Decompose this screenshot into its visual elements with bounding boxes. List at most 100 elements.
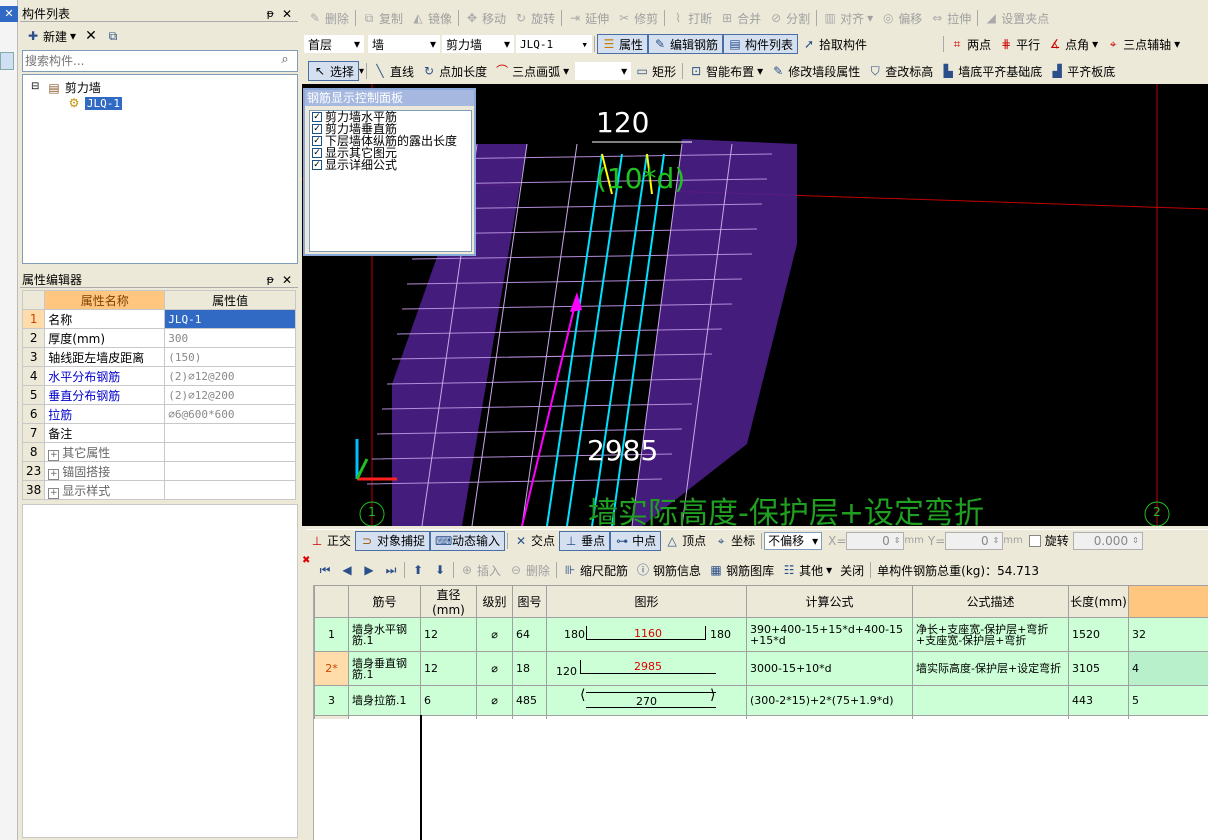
figure-number-cell[interactable]: 18 — [512, 651, 547, 686]
figure-number-cell[interactable]: 485 — [512, 685, 547, 716]
count-cell[interactable]: 5 — [1128, 685, 1208, 716]
length-cell[interactable]: 1520 — [1068, 617, 1129, 652]
figure-number-cell[interactable]: 64 — [512, 617, 547, 652]
line-button[interactable]: ╲ 直线 — [369, 61, 418, 81]
split-button[interactable]: ⊘ 分割 — [765, 8, 814, 28]
rotate-button[interactable]: ↻ 旋转 — [510, 8, 559, 28]
col-header[interactable]: 计算公式 — [746, 585, 913, 618]
move-button[interactable]: ✥ 移动 — [461, 8, 510, 28]
property-group-row[interactable]: 8 + 其它属性 — [21, 442, 296, 462]
rebar-name-cell[interactable]: 墙身水平钢筋.1 — [348, 617, 421, 652]
col-header[interactable]: 图形 — [546, 585, 747, 618]
move-up-button[interactable]: ⬆ — [407, 560, 429, 580]
prop-value[interactable] — [164, 423, 296, 443]
description-cell[interactable] — [912, 685, 1069, 716]
col-header[interactable]: 公式描述 — [912, 585, 1069, 618]
grade-cell[interactable]: ⌀ — [476, 685, 513, 716]
ortho-button[interactable]: ⊥ 正交 — [306, 531, 355, 551]
tree-child-item[interactable]: ⚙ JLQ-1 — [67, 96, 122, 110]
diameter-cell[interactable]: 12 — [420, 651, 477, 686]
count-cell[interactable]: 32 — [1128, 617, 1208, 652]
prop-value[interactable]: ⌀6@600*600 — [164, 404, 296, 424]
properties-button[interactable]: ☰ 属性 — [597, 34, 649, 54]
align-slab-button[interactable]: ▟ 平齐板底 — [1046, 61, 1119, 81]
formula-cell[interactable]: (300-2*15)+2*(75+1.9*d) — [746, 685, 913, 716]
rotate-checkbox[interactable] — [1028, 534, 1041, 547]
offset-button[interactable]: ◎ 偏移 — [877, 8, 926, 28]
prop-value[interactable]: (2)⌀12@200 — [164, 385, 296, 405]
delete-button[interactable]: ✎ 删除 — [304, 8, 353, 28]
prop-value[interactable]: (150) — [164, 347, 296, 367]
shape-cell[interactable]: 120 2985 — [546, 651, 747, 686]
chevron-down-icon[interactable]: ▾ — [359, 66, 364, 77]
set-grip-button[interactable]: ◢ 设置夹点 — [980, 8, 1053, 28]
smart-layout-button[interactable]: ⊡ 智能布置 ▾ — [685, 61, 767, 81]
close-icon[interactable]: ✖ — [302, 556, 312, 566]
grade-cell[interactable]: ⌀ — [476, 617, 513, 652]
floor-select[interactable]: 首层 ▾ — [304, 35, 364, 53]
table-row[interactable]: 2* 墙身垂直钢筋.1 12 ⌀ 18 120 2985 3000-15+10*… — [314, 651, 1208, 686]
property-group-row[interactable]: 23 + 锚固搭接 — [21, 461, 296, 481]
property-row[interactable]: 3 轴线距左墙皮距离 (150) — [21, 347, 296, 367]
dock-tab[interactable] — [0, 52, 14, 70]
property-group-row[interactable]: 38 + 显示样式 — [21, 480, 296, 500]
prop-value[interactable]: 300 — [164, 328, 296, 348]
close-icon[interactable]: ✕ — [282, 272, 292, 288]
type-select[interactable]: 剪力墙 ▾ — [442, 35, 514, 53]
tree-root-item[interactable]: ▤ 剪力墙 — [47, 79, 101, 96]
rebar-name-cell[interactable]: 墙身拉筋.1 — [348, 685, 421, 716]
length-cell[interactable]: 3105 — [1068, 651, 1129, 686]
insert-button[interactable]: ⊕ 插入 — [456, 560, 505, 580]
point-length-button[interactable]: ↻ 点加长度 — [418, 61, 491, 81]
move-down-button[interactable]: ⬇ — [429, 560, 451, 580]
rotate-input[interactable]: 0.000 ⇕ — [1072, 531, 1143, 550]
col-header[interactable]: 筋号 — [348, 585, 421, 618]
description-cell[interactable]: 墙实际高度-保护层+设定弯折 — [912, 651, 1069, 686]
scale-rebar-button[interactable]: ⊪ 缩尺配筋 — [559, 560, 632, 580]
close-icon[interactable]: ✕ — [0, 6, 18, 22]
copy-button[interactable]: ⧉ 复制 — [358, 8, 407, 28]
intersect-button[interactable]: ✕ 交点 — [510, 531, 559, 551]
first-record-button[interactable]: ⏮ — [314, 560, 336, 580]
property-row[interactable]: 7 备注 — [21, 423, 296, 443]
two-point-button[interactable]: ⌗ 两点 — [946, 34, 995, 54]
other-button[interactable]: ☷ 其他 ▾ — [778, 560, 836, 580]
new-button[interactable]: ✚ 新建 ▾ — [22, 26, 80, 46]
extend-button[interactable]: ⇥ 延伸 — [564, 8, 613, 28]
shape-cell[interactable]: 180 1160 180 — [546, 617, 747, 652]
member-select[interactable]: JLQ-1 ▾ — [516, 35, 592, 53]
count-cell[interactable]: 4 — [1128, 651, 1208, 686]
merge-button[interactable]: ⊞ 合并 — [716, 8, 765, 28]
rebar-info-button[interactable]: ⓘ 钢筋信息 — [632, 560, 705, 580]
description-cell[interactable]: 净长+支座宽-保护层+弯折+支座宽-保护层+弯折 — [912, 617, 1069, 652]
trim-button[interactable]: ✂ 修剪 — [613, 8, 662, 28]
property-row[interactable]: 6 拉筋 ⌀6@600*600 — [21, 404, 296, 424]
check-elev-button[interactable]: ⛉ 查改标高 — [864, 61, 937, 81]
shape-cell[interactable]: ⟨ ⟩ 270 — [546, 685, 747, 716]
vertex-button[interactable]: △ 顶点 — [661, 531, 710, 551]
expand-icon[interactable]: + — [48, 468, 60, 480]
diameter-cell[interactable]: 12 — [420, 617, 477, 652]
formula-cell[interactable]: 3000-15+10*d — [746, 651, 913, 686]
prop-value[interactable]: JLQ-1 — [164, 309, 296, 329]
copy-button[interactable]: ⧉ — [102, 26, 124, 46]
select-button[interactable]: ↖ 选择 — [308, 61, 360, 81]
rect-button[interactable]: ▭ 矩形 — [631, 61, 680, 81]
delete-button[interactable]: ✕ — [80, 26, 102, 46]
point-angle-button[interactable]: ∡ 点角 ▾ — [1044, 34, 1102, 54]
property-row[interactable]: 4 水平分布钢筋 (2)⌀12@200 — [21, 366, 296, 386]
pick-member-button[interactable]: ➚ 拾取构件 — [798, 34, 871, 54]
rebar-name-cell[interactable]: 墙身垂直钢筋.1 — [348, 651, 421, 686]
expand-icon[interactable]: + — [48, 449, 60, 461]
close-icon[interactable]: ✕ — [282, 6, 292, 22]
table-row[interactable]: 3 墙身拉筋.1 6 ⌀ 485 ⟨ ⟩ 270 (300-2*15)+2*(7… — [314, 685, 1208, 716]
prop-value[interactable]: (2)⌀12@200 — [164, 366, 296, 386]
midpoint-button[interactable]: ⊶ 中点 — [610, 530, 662, 551]
align-base-button[interactable]: ▙ 墙底平齐基础底 — [937, 61, 1046, 81]
length-cell[interactable]: 443 — [1068, 685, 1129, 716]
close-button[interactable]: 关闭 — [836, 560, 868, 580]
stretch-button[interactable]: ⇔ 拉伸 — [926, 8, 975, 28]
perpendicular-button[interactable]: ⊥ 垂点 — [559, 530, 611, 551]
pin-icon[interactable]: ᵽ — [267, 272, 274, 288]
mirror-button[interactable]: ◭ 镜像 — [407, 8, 456, 28]
